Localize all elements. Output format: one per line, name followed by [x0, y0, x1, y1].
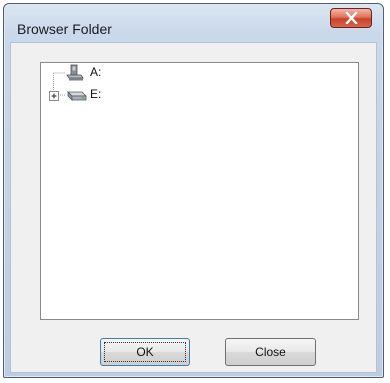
window-close-button[interactable]	[330, 8, 372, 28]
tree-item-label: E:	[90, 87, 102, 101]
tree-item-drive-a[interactable]: A:	[41, 64, 161, 82]
ok-button[interactable]: OK	[100, 338, 190, 366]
plus-icon	[51, 93, 57, 99]
expand-toggle[interactable]	[49, 91, 59, 101]
floppy-drive-icon	[66, 64, 84, 81]
title-bar[interactable]: Browser Folder	[4, 4, 383, 40]
close-button-label: Close	[255, 345, 286, 359]
folder-tree[interactable]: A: E:	[40, 62, 359, 320]
browser-folder-dialog: Browser Folder A: E: OK Close	[3, 3, 384, 378]
close-button[interactable]: Close	[225, 338, 316, 366]
tree-item-drive-e[interactable]: E:	[41, 86, 161, 104]
hard-drive-icon	[67, 91, 87, 101]
close-icon	[345, 12, 358, 24]
dialog-title: Browser Folder	[17, 21, 112, 37]
tree-item-label: A:	[90, 65, 102, 79]
dialog-body: A: E: OK Close	[10, 42, 377, 373]
focus-rectangle	[104, 342, 186, 362]
